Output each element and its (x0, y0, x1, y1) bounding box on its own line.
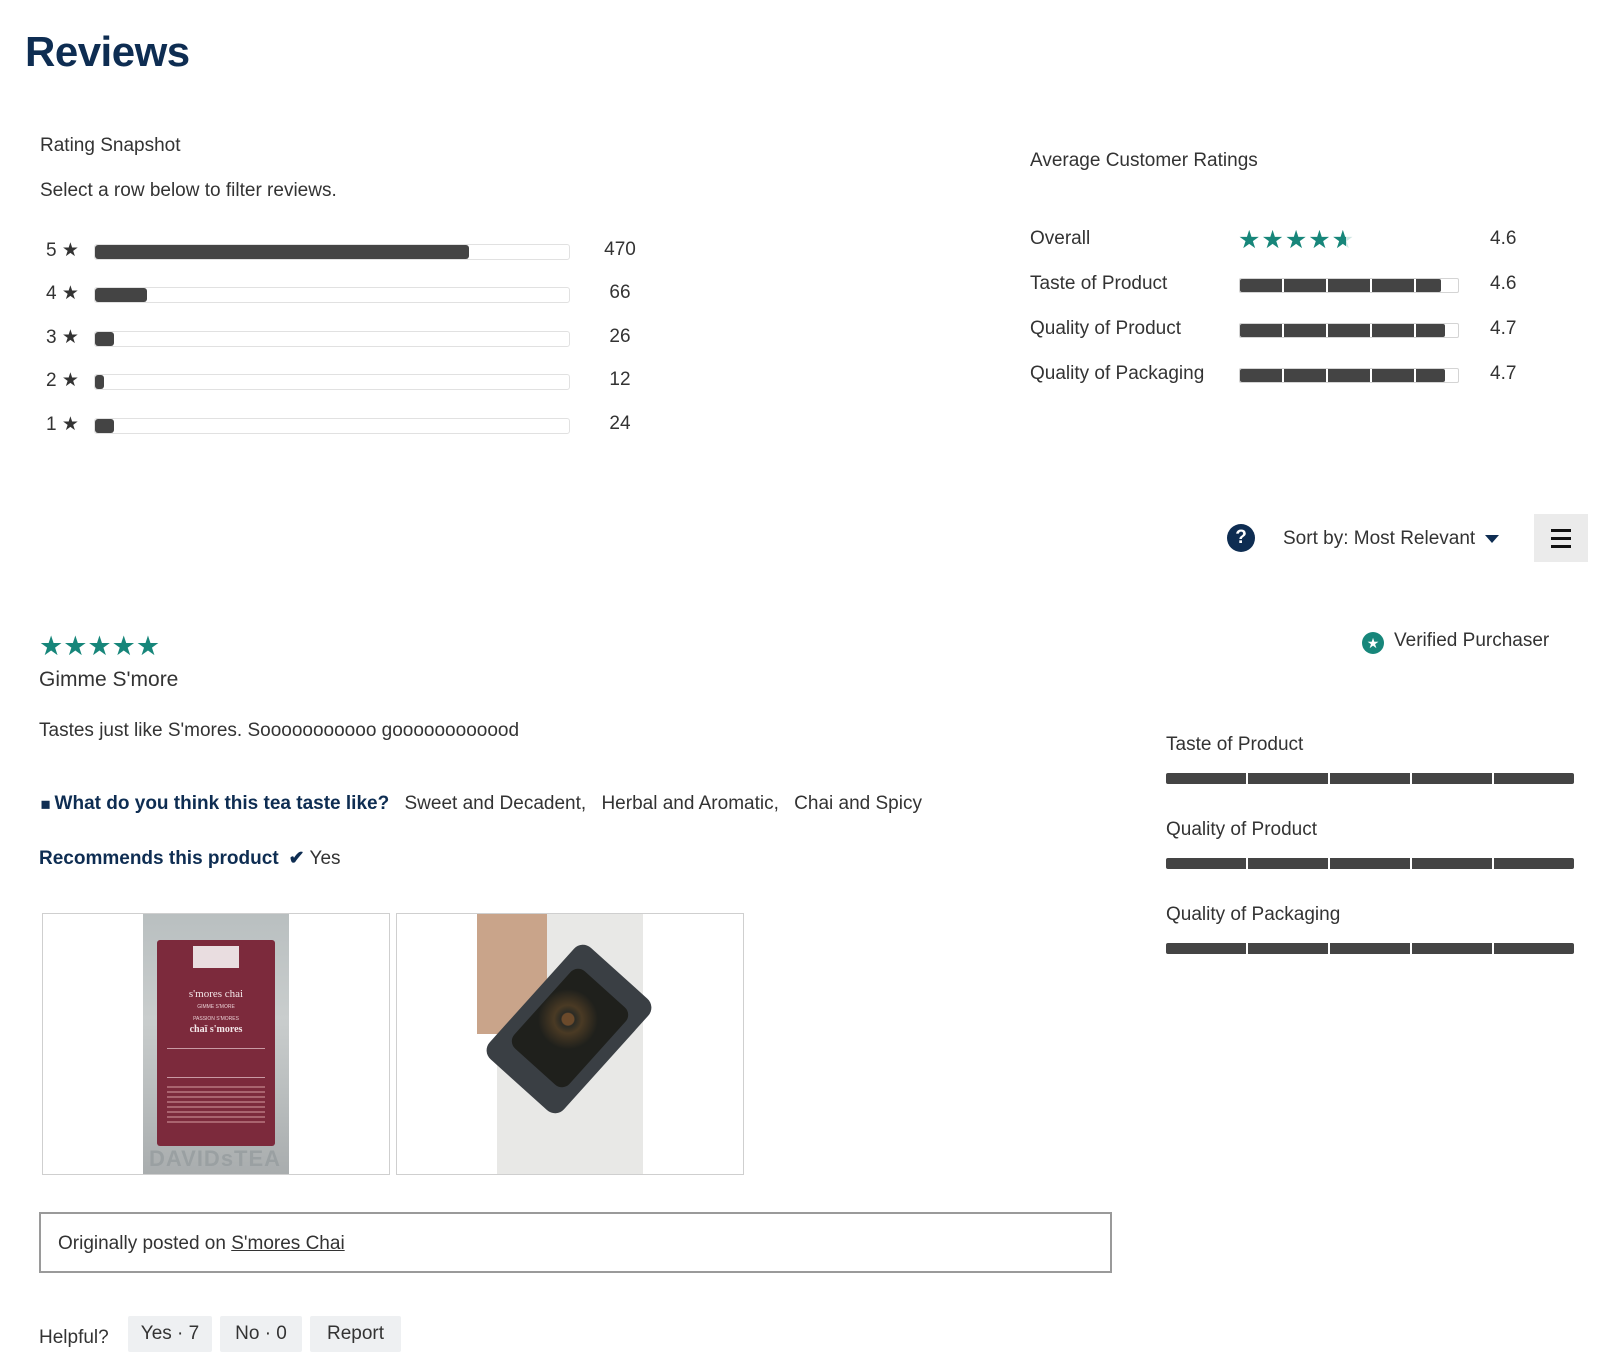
overall-value: 4.6 (1490, 228, 1517, 249)
taste-question-row: ◆What do you think this tea taste like? … (35, 793, 922, 815)
avg-label-quality: Quality of Product (1030, 318, 1182, 339)
snapshot-bar-fill (95, 332, 114, 346)
sub-rating-label-packaging: Quality of Packaging (1166, 904, 1341, 925)
helpful-no-button[interactable]: No · 0 (220, 1316, 302, 1352)
snapshot-row-count: 66 (609, 282, 631, 303)
snapshot-bar-track (94, 418, 570, 434)
sub-rating-label-quality: Quality of Product (1166, 819, 1318, 840)
snapshot-row-count: 12 (609, 369, 631, 390)
caret-down-icon (1485, 534, 1500, 543)
question-icon[interactable]: ? (1227, 524, 1255, 552)
snapshot-bar-track (94, 331, 570, 347)
snapshot-row-label: 1 ★ (46, 414, 79, 435)
snapshot-hint: Select a row below to filter reviews. (40, 180, 337, 201)
sort-dropdown[interactable]: Sort by: Most Relevant (1283, 528, 1500, 550)
average-ratings-title: Average Customer Ratings (1030, 150, 1258, 171)
snapshot-bar-track (94, 374, 570, 390)
bag-label-3: PASSION S'MORES (193, 1016, 239, 1022)
avg-label-packaging: Quality of Packaging (1030, 363, 1205, 384)
bag-label-1: s'mores chai (188, 988, 244, 1000)
sub-rating-bar-packaging (1166, 943, 1574, 954)
snapshot-row-count: 26 (609, 326, 631, 347)
origin-prefix: Originally posted on (58, 1233, 232, 1254)
hamburger-menu-icon (1551, 529, 1571, 532)
taste-answer: Chai and Spicy (794, 793, 922, 814)
helpful-label: Helpful? (39, 1327, 109, 1348)
taste-answer: Herbal and Aromatic, (601, 793, 779, 814)
snapshot-bar-fill (95, 288, 148, 302)
verified-purchaser-badge: ★ Verified Purchaser (1362, 630, 1549, 654)
avg-bar-quality (1239, 323, 1459, 338)
avg-bar-packaging (1239, 368, 1459, 383)
overall-label: Overall (1030, 228, 1091, 249)
snapshot-title: Rating Snapshot (40, 135, 181, 156)
snapshot-bar-track (94, 287, 570, 303)
avg-value-packaging: 4.7 (1490, 363, 1517, 384)
star-badge-icon: ★ (1362, 632, 1384, 654)
recommend-value: Yes (309, 848, 341, 869)
snapshot-row-1[interactable]: 1 ★ 24 (40, 410, 660, 440)
snapshot-row-3[interactable]: 3 ★ 26 (40, 323, 660, 353)
snapshot-row-label: 4 ★ (46, 283, 79, 304)
recommend-label: Recommends this product (39, 848, 279, 869)
taste-question: What do you think this tea taste like? (54, 793, 390, 814)
sub-rating-bar-taste (1166, 773, 1574, 784)
report-button[interactable]: Report (310, 1316, 401, 1352)
review-photo-2[interactable] (396, 913, 744, 1175)
snapshot-row-label: 3 ★ (46, 327, 79, 348)
recommend-row: Recommends this product ✔ Yes (39, 847, 341, 870)
originally-posted-text: Originally posted on S'mores Chai (58, 1233, 345, 1255)
snapshot-bar-fill (95, 245, 470, 259)
snapshot-row-5[interactable]: 5 ★ 470 (40, 236, 660, 266)
review-title: Gimme S'more (39, 668, 179, 691)
originally-posted-box: Originally posted on S'mores Chai (39, 1212, 1112, 1273)
sort-label: Sort by: Most Relevant (1283, 528, 1476, 549)
review-body: Tastes just like S'mores. Sooooooooooo g… (39, 720, 520, 741)
snapshot-bar-fill (95, 419, 114, 433)
origin-product-link[interactable]: S'mores Chai (231, 1233, 344, 1254)
helpful-yes-button[interactable]: Yes · 7 (128, 1316, 212, 1352)
review-photo-1[interactable]: s'mores chai GIMME S'MORE PASSION S'MORE… (42, 913, 390, 1175)
verified-label: Verified Purchaser (1394, 630, 1550, 651)
page-title: Reviews (25, 28, 190, 75)
snapshot-row-2[interactable]: 2 ★ 12 (40, 366, 660, 396)
tea-bag-image: s'mores chai GIMME S'MORE PASSION S'MORE… (143, 914, 289, 1174)
snapshot-row-count: 24 (609, 413, 631, 434)
snapshot-bar-fill (95, 375, 105, 389)
snapshot-row-4[interactable]: 4 ★ 66 (40, 279, 660, 309)
sub-rating-label-taste: Taste of Product (1166, 734, 1304, 755)
bag-label-2: GIMME S'MORE (197, 1004, 235, 1010)
review-stars: ★★★★★ (39, 631, 161, 661)
avg-label-taste: Taste of Product (1030, 273, 1168, 294)
tag-icon: ◆ (35, 794, 56, 815)
snapshot-row-count: 470 (604, 239, 636, 260)
loose-tea-image (477, 914, 657, 1174)
snapshot-bar-track (94, 244, 570, 260)
sub-rating-bar-quality (1166, 858, 1574, 869)
overall-stars: ★★★★★ ★ (1238, 226, 1356, 254)
snapshot-row-label: 5 ★ (46, 240, 79, 261)
avg-value-quality: 4.7 (1490, 318, 1517, 339)
avg-value-taste: 4.6 (1490, 273, 1517, 294)
snapshot-row-label: 2 ★ (46, 370, 79, 391)
bag-brand: DAVIDsTEA (149, 1146, 282, 1171)
taste-answer: Sweet and Decadent, (404, 793, 587, 814)
avg-bar-taste (1239, 278, 1459, 293)
check-icon: ✔ (288, 848, 305, 869)
bag-label-4: chaï s'mores (189, 1024, 243, 1035)
partial-star-icon: ★ ★ (1331, 226, 1356, 254)
filter-menu-button[interactable] (1534, 514, 1588, 562)
